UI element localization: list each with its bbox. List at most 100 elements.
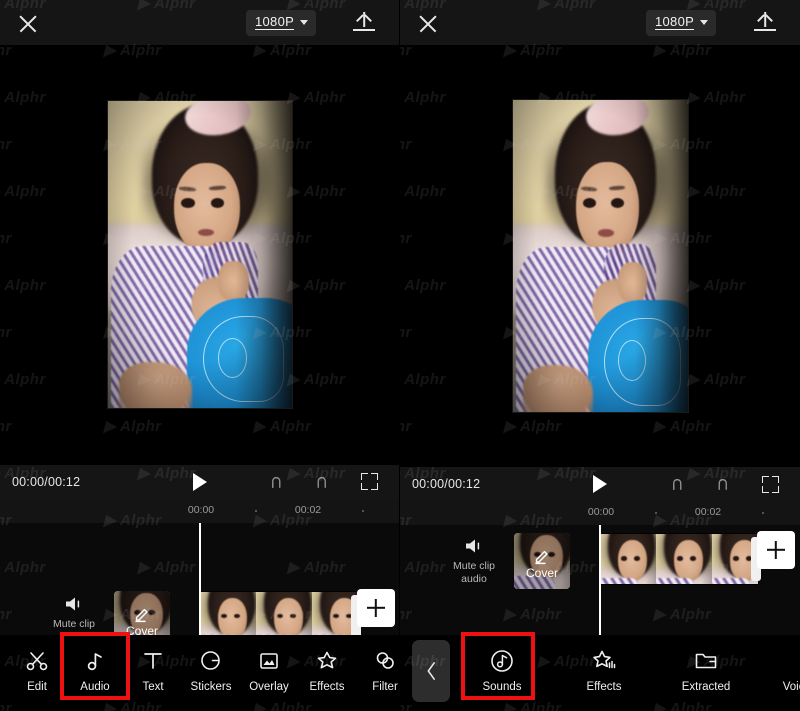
bottom-toolbar-right: Sounds Effects Extracted Voiceover bbox=[400, 635, 800, 711]
mute-clip-audio-label-2: audio bbox=[461, 573, 487, 585]
fullscreen-icon[interactable] bbox=[361, 473, 378, 490]
tool-label: Stickers bbox=[190, 681, 232, 693]
timeline-right[interactable]: 00:00 00:02 Mute clip audio Cover bbox=[400, 501, 800, 635]
tool-effects[interactable]: Effects bbox=[564, 646, 644, 693]
undo-icon[interactable] bbox=[269, 475, 287, 489]
cover-button[interactable]: Cover bbox=[114, 590, 170, 636]
add-clip-button[interactable] bbox=[357, 588, 395, 627]
tool-label: Overlay bbox=[249, 681, 289, 693]
tool-audio[interactable]: Audio bbox=[66, 646, 124, 693]
close-icon[interactable] bbox=[417, 12, 439, 34]
filmstrip-frame bbox=[256, 591, 312, 635]
mute-speaker-icon bbox=[63, 595, 85, 613]
tool-label: Text bbox=[142, 681, 164, 693]
tool-label: Voiceover bbox=[782, 681, 800, 693]
close-icon[interactable] bbox=[17, 12, 39, 34]
video-frame bbox=[107, 101, 292, 409]
microphone-icon bbox=[768, 646, 800, 676]
tool-label: Edit bbox=[27, 681, 47, 693]
chevron-left-icon bbox=[427, 662, 435, 680]
cover-label: Cover bbox=[125, 623, 158, 636]
filmstrip-frame bbox=[656, 534, 712, 584]
video-preview-right[interactable] bbox=[400, 45, 800, 467]
timeline-left[interactable]: 00:00 00:02 Mute clip audio bbox=[0, 498, 399, 636]
tool-effects[interactable]: Effects bbox=[298, 646, 356, 693]
mute-clip-audio-label-1: Mute clip bbox=[452, 560, 495, 572]
player-controls-right: 00:00/00:12 bbox=[400, 467, 800, 501]
play-icon[interactable] bbox=[593, 475, 607, 493]
ruler-tick-label: 00:00 bbox=[187, 503, 215, 516]
fullscreen-icon[interactable] bbox=[762, 475, 779, 493]
tool-text[interactable]: Text bbox=[124, 646, 182, 693]
resolution-selector[interactable]: 1080P bbox=[246, 9, 317, 36]
sticker-icon bbox=[182, 646, 240, 676]
export-upload-icon[interactable] bbox=[754, 11, 776, 35]
bottom-toolbar-left: Edit Audio Text Stickers Overlay Effects… bbox=[0, 635, 399, 711]
resolution-selector[interactable]: 1080P bbox=[646, 9, 717, 36]
app-screenshot: 1080P 00:00/00:12 00:00 00:02 Mute clip … bbox=[0, 0, 800, 711]
tool-filter[interactable]: Filter bbox=[356, 646, 399, 693]
scissors-icon bbox=[8, 646, 66, 676]
chevron-down-icon bbox=[300, 20, 309, 25]
video-clip-filmstrip[interactable] bbox=[600, 533, 758, 585]
mute-clip-audio-label-1: Mute clip bbox=[52, 617, 95, 630]
top-bar-left: 1080P bbox=[0, 0, 399, 45]
music-note-icon bbox=[66, 646, 124, 676]
time-code: 00:00/00:12 bbox=[412, 477, 481, 491]
tool-sounds[interactable]: Sounds bbox=[462, 646, 542, 693]
ruler-tick-dot bbox=[362, 509, 364, 512]
editor-panel-right: 1080P 00:00/00:12 00:00 00:02 Mute clip … bbox=[400, 0, 800, 711]
tool-stickers[interactable]: Stickers bbox=[182, 646, 240, 693]
play-icon[interactable] bbox=[193, 472, 207, 491]
text-t-icon bbox=[124, 646, 182, 676]
resolution-label: 1080P bbox=[655, 14, 695, 30]
mute-clip-audio-button[interactable]: Mute clip audio bbox=[36, 595, 112, 635]
tool-label: Audio bbox=[80, 681, 110, 693]
ruler-tick-dot bbox=[655, 512, 657, 514]
redo-icon[interactable] bbox=[712, 477, 730, 491]
playhead[interactable] bbox=[199, 522, 201, 635]
filmstrip-frame bbox=[200, 591, 256, 635]
undo-icon[interactable] bbox=[670, 477, 688, 491]
tool-extracted[interactable]: Extracted bbox=[666, 646, 746, 693]
video-frame bbox=[512, 100, 688, 412]
ruler-tick-dot bbox=[255, 509, 257, 512]
timeline-ruler[interactable]: 00:00 00:02 bbox=[0, 498, 399, 523]
ruler-tick-label: 00:02 bbox=[294, 503, 322, 516]
overlay-image-icon bbox=[240, 646, 298, 676]
resolution-label: 1080P bbox=[255, 14, 295, 30]
player-controls-left: 00:00/00:12 bbox=[0, 464, 399, 499]
tool-voiceover[interactable]: Voiceover bbox=[768, 646, 800, 693]
add-clip-button[interactable] bbox=[757, 531, 795, 569]
sound-disc-icon bbox=[462, 646, 542, 676]
video-preview-left[interactable] bbox=[0, 45, 399, 465]
mute-clip-audio-button[interactable]: Mute clip audio bbox=[436, 537, 512, 586]
tool-label: Filter bbox=[372, 681, 398, 693]
back-button[interactable] bbox=[412, 640, 450, 702]
tool-label: Sounds bbox=[482, 681, 522, 693]
pencil-icon bbox=[534, 548, 551, 565]
redo-icon[interactable] bbox=[311, 475, 329, 489]
filter-circles-icon bbox=[356, 646, 399, 676]
playhead[interactable] bbox=[599, 525, 601, 635]
timeline-ruler[interactable]: 00:00 00:02 bbox=[400, 501, 800, 525]
cover-button[interactable]: Cover bbox=[514, 533, 570, 589]
video-clip-filmstrip[interactable] bbox=[200, 590, 358, 635]
filmstrip-frame bbox=[600, 534, 656, 584]
export-upload-icon[interactable] bbox=[353, 11, 375, 35]
tool-label: Effects bbox=[586, 681, 622, 693]
tool-edit[interactable]: Edit bbox=[8, 646, 66, 693]
tool-overlay[interactable]: Overlay bbox=[240, 646, 298, 693]
ruler-tick-dot bbox=[762, 512, 764, 514]
folder-extract-icon bbox=[666, 646, 746, 676]
cover-label: Cover bbox=[525, 566, 558, 580]
time-code: 00:00/00:12 bbox=[12, 474, 81, 489]
mute-speaker-icon bbox=[463, 537, 485, 555]
tool-label: Effects bbox=[309, 681, 345, 693]
chevron-down-icon bbox=[700, 20, 709, 25]
sparkle-star-icon bbox=[564, 646, 644, 676]
tool-label: Extracted bbox=[681, 681, 731, 693]
sparkle-star-icon bbox=[298, 646, 356, 676]
editor-panel-left: 1080P 00:00/00:12 00:00 00:02 Mute clip … bbox=[0, 0, 400, 711]
top-bar-right: 1080P bbox=[400, 0, 800, 45]
